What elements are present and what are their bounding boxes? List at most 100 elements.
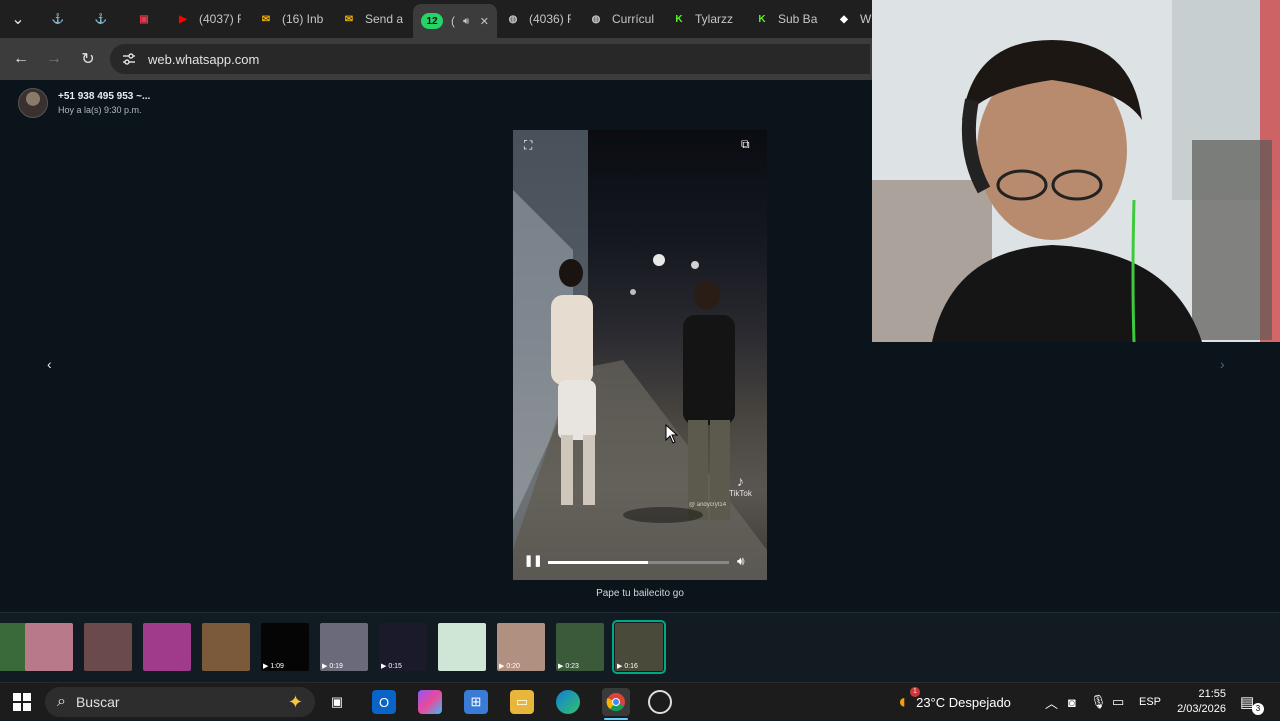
youtube-icon: ▶ bbox=[179, 13, 187, 25]
anchor-icon: ⚓ bbox=[94, 13, 108, 25]
mouse-cursor-icon bbox=[665, 424, 679, 444]
address-bar[interactable]: web.whatsapp.com bbox=[110, 44, 870, 74]
media-thumbnail[interactable]: ▶ 0:19 bbox=[320, 623, 368, 671]
webcam-overlay bbox=[872, 0, 1280, 342]
thumbnail-duration: ▶ 0:16 bbox=[617, 663, 638, 670]
browser-tab[interactable]: ⚓ bbox=[85, 5, 121, 33]
media-thumbnail[interactable] bbox=[438, 623, 486, 671]
picture-in-picture-icon[interactable]: ⧉ bbox=[741, 137, 750, 152]
media-thumbnail[interactable]: ▶ 0:23 bbox=[556, 623, 604, 671]
windows-start-icon[interactable] bbox=[10, 690, 34, 714]
thumbnail-duration: ▶ 0:19 bbox=[322, 663, 343, 670]
thumbnail-duration: ▶ 0:20 bbox=[499, 663, 520, 670]
media-thumbnail[interactable]: ▶ 0:16 bbox=[612, 620, 666, 674]
media-thumbnail[interactable] bbox=[143, 623, 191, 671]
browser-tab[interactable]: K Sub Ba bbox=[746, 5, 820, 33]
fullscreen-icon[interactable]: ⛶ bbox=[524, 138, 532, 153]
browser-tab[interactable]: ◍ (4036) F bbox=[497, 5, 571, 33]
browser-tab[interactable]: ✉ Send a bbox=[333, 5, 407, 33]
tiktok-handle: @ andycryt14 bbox=[689, 502, 727, 508]
browser-tab[interactable]: ◆ Wi bbox=[828, 5, 872, 33]
microphone-icon[interactable]: 🎙︎ bbox=[1090, 683, 1107, 721]
media-thumbnail[interactable] bbox=[84, 623, 132, 671]
notification-count: 3 bbox=[1252, 703, 1264, 715]
copilot-icon[interactable] bbox=[418, 690, 442, 714]
outlook-icon[interactable]: O bbox=[372, 690, 396, 714]
weather-text[interactable]: 23°C Despejado bbox=[916, 695, 1011, 710]
kick-icon: K bbox=[758, 13, 766, 25]
clock-date: 2/03/2026 bbox=[1177, 703, 1226, 715]
browser-tab-label: Sub Ba bbox=[778, 12, 818, 26]
site-settings-icon[interactable] bbox=[122, 52, 136, 66]
weather-badge: 1 bbox=[910, 687, 920, 697]
browser-toolbar: ← → ↻ web.whatsapp.com bbox=[0, 38, 872, 80]
media-thumbnail[interactable]: ▶ 1:09 bbox=[261, 623, 309, 671]
kick-icon: K bbox=[675, 13, 683, 25]
reload-button[interactable]: ↻ bbox=[76, 47, 100, 71]
network-icon[interactable]: ▭ bbox=[1112, 683, 1124, 721]
browser-tab[interactable]: ✉ (16) Inb bbox=[250, 5, 324, 33]
meet-now-icon[interactable]: ◙ bbox=[1068, 683, 1076, 721]
previous-media-icon[interactable]: ‹ bbox=[47, 356, 52, 372]
tab-audio-icon[interactable]: 🔊︎ bbox=[463, 16, 469, 27]
tiktok-watermark: TikTok bbox=[729, 489, 752, 498]
globe-icon: ◍ bbox=[508, 13, 518, 25]
volume-icon[interactable]: 🔊︎ bbox=[737, 554, 745, 569]
browser-tab[interactable]: ▣ bbox=[128, 5, 158, 33]
media-thumbnail[interactable]: ▶ 0:20 bbox=[497, 623, 545, 671]
browser-tab-label: ( bbox=[451, 14, 455, 28]
whatsapp-unread-badge: 12 bbox=[421, 13, 443, 29]
chrome-icon[interactable] bbox=[602, 688, 630, 716]
url-text: web.whatsapp.com bbox=[148, 51, 260, 67]
browser-tab-label: Send a bbox=[365, 12, 404, 26]
search-icon: ⌕ bbox=[57, 693, 66, 710]
browser-tab-label: Tylarzz bbox=[695, 12, 734, 26]
language-indicator[interactable]: ESP bbox=[1139, 683, 1161, 721]
tiktok-icon: ♪ bbox=[736, 473, 744, 489]
mail-icon: ✉ bbox=[344, 13, 354, 25]
browser-tab-label: Currícul bbox=[612, 12, 654, 26]
close-tab-icon[interactable]: ✕ bbox=[480, 15, 489, 28]
browser-tab-strip: ⌄ ⚓ ⚓ ▣ ▶ (4037) F ✉ (16) Inb ✉ Send a 12 ( 🔊︎ ✕ ◍ (40… bbox=[0, 0, 872, 38]
task-view-icon[interactable]: ▣ bbox=[325, 690, 349, 714]
mail-icon: ✉ bbox=[261, 13, 271, 25]
globe-icon: ◍ bbox=[591, 13, 601, 25]
copilot-sparkle-icon: ✦ bbox=[287, 691, 303, 712]
browser-tab[interactable]: 12 ( 🔊︎ ✕ bbox=[413, 4, 497, 38]
back-button[interactable]: ← bbox=[9, 47, 33, 71]
media-thumbnail-strip: ▶ 1:09 ▶ 0:19 ▶ 0:15 ▶ 0:20 ▶ 0:23 ▶ 0:16 bbox=[0, 612, 1280, 682]
store-icon[interactable]: ⊞ bbox=[464, 690, 488, 714]
browser-tab[interactable]: ▶ (4037) F bbox=[167, 5, 241, 33]
browser-tab[interactable]: K Tylarzz bbox=[663, 5, 737, 33]
browser-tab[interactable]: ◍ Currícul bbox=[580, 5, 654, 33]
clock[interactable]: 21:55 2/03/2026 bbox=[1168, 683, 1226, 721]
sender-time: Hoy a la(s) 9:30 p.m. bbox=[58, 105, 142, 115]
browser-tab-label: (4036) F bbox=[529, 12, 571, 26]
browser-tab-label: (4037) F bbox=[199, 12, 241, 26]
webcam-feed bbox=[872, 0, 1280, 342]
browser-tab[interactable]: ⚓ bbox=[42, 5, 78, 33]
next-media-icon[interactable]: › bbox=[1220, 356, 1225, 372]
weather-icon[interactable]: ◖ bbox=[896, 691, 908, 714]
sender-info[interactable]: +51 938 495 953 ~... Hoy a la(s) 9:30 p.… bbox=[18, 88, 150, 118]
media-thumbnail[interactable] bbox=[202, 623, 250, 671]
show-hidden-icons-icon[interactable]: ︿ bbox=[1045, 683, 1058, 721]
avatar[interactable] bbox=[18, 88, 48, 118]
search-label: Buscar bbox=[75, 694, 120, 710]
tab-search-dropdown-icon[interactable]: ⌄ bbox=[6, 7, 30, 31]
forward-button[interactable]: → bbox=[42, 47, 66, 71]
media-caption: Pape tu bailecito go bbox=[596, 588, 684, 599]
notifications-icon[interactable]: ▤ bbox=[1240, 683, 1254, 721]
taskbar-search[interactable]: ⌕ Buscar ✦ bbox=[45, 687, 315, 717]
video-frame bbox=[513, 130, 767, 580]
video-progress-fill bbox=[548, 561, 648, 564]
edge-icon[interactable] bbox=[556, 690, 580, 714]
pause-icon[interactable]: ❚❚ bbox=[524, 554, 542, 567]
video-progress-bar[interactable] bbox=[548, 561, 729, 564]
media-thumbnail[interactable]: ▶ 0:15 bbox=[379, 623, 427, 671]
browser-tab-label: (16) Inb bbox=[282, 12, 324, 26]
file-explorer-icon[interactable]: ▭ bbox=[510, 690, 534, 714]
media-thumbnail[interactable] bbox=[25, 623, 73, 671]
video-player[interactable]: ⛶ ⧉ ♪ TikTok @ andycryt14 ❚❚ 🔊︎ bbox=[513, 130, 767, 580]
obs-icon[interactable] bbox=[648, 690, 672, 714]
